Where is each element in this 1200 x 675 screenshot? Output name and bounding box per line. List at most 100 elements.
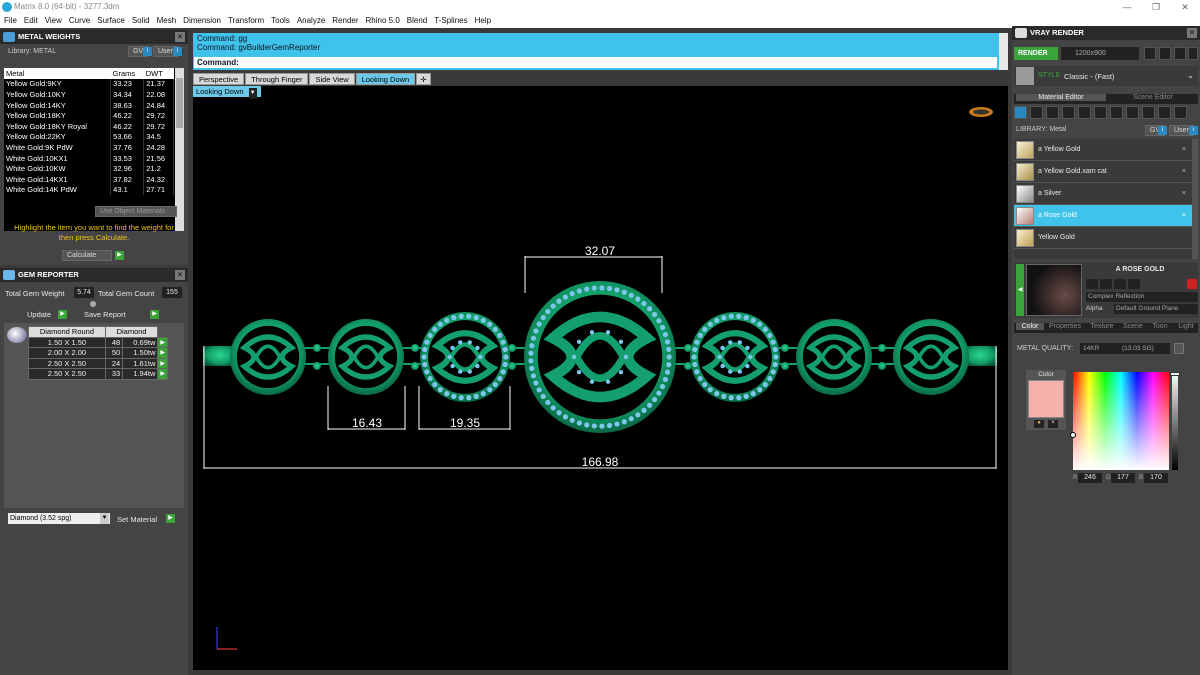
list-item[interactable]: a Yellow Gold.xam cat × xyxy=(1014,161,1198,183)
style-select[interactable]: STYLE Classic - (Fast) ⌄ xyxy=(1014,66,1198,86)
add-tab-icon[interactable]: ✛ xyxy=(416,73,431,85)
row-select-icon[interactable]: ▶ xyxy=(157,336,168,348)
chevron-down-icon[interactable]: ▼ xyxy=(100,513,109,524)
tab-material-editor[interactable]: Material Editor xyxy=(1016,94,1106,101)
table-row[interactable]: Yellow Gold:10KY 34.34 22.08 xyxy=(4,89,174,100)
glass-icon[interactable] xyxy=(1078,106,1091,119)
ground-plane-select[interactable]: Default Ground Plane xyxy=(1114,304,1198,314)
camera-icon[interactable] xyxy=(1174,47,1186,60)
reflection-select[interactable]: Complex Reflection xyxy=(1086,292,1198,302)
minimize-icon[interactable]: — xyxy=(1112,0,1142,14)
menu-blend[interactable]: Blend xyxy=(407,14,427,28)
navigation-cube-icon[interactable] xyxy=(969,107,993,117)
menu-help[interactable]: Help xyxy=(475,14,491,28)
close-icon[interactable]: ✕ xyxy=(1170,0,1200,14)
update-go-icon[interactable]: ▶ xyxy=(58,310,67,319)
remove-icon[interactable]: × xyxy=(1182,212,1186,219)
resolution-field[interactable]: 1200x900 xyxy=(1061,47,1139,60)
table-row[interactable]: Yellow Gold:22KY 53.66 34.5 xyxy=(4,131,174,143)
table-row[interactable]: 2.50 X 2.50 33 1.94tw ▶ xyxy=(28,368,168,380)
paint-icon[interactable] xyxy=(1158,106,1171,119)
menu-render[interactable]: Render xyxy=(332,14,358,28)
blue-value-input[interactable]: 170 xyxy=(1144,473,1168,483)
menu-edit[interactable]: Edit xyxy=(24,14,38,28)
list-item[interactable]: a Silver × xyxy=(1014,183,1198,205)
gem-material-select[interactable]: Diamond (3.52 spg) ▼ xyxy=(8,513,110,524)
tab-texture[interactable]: Texture xyxy=(1086,323,1118,330)
preview-option-icon[interactable] xyxy=(1114,279,1126,289)
table-row[interactable]: Yellow Gold:14KY 38.63 24.84 xyxy=(4,99,174,111)
material-list-scrollbar[interactable] xyxy=(1192,139,1198,259)
color-picker-handle[interactable] xyxy=(1070,432,1076,438)
preview-option-icon[interactable] xyxy=(1086,279,1098,289)
table-row[interactable]: 1.50 X 1.50 48 0.69tw ▶ xyxy=(28,336,168,348)
table-row[interactable]: 2.00 X 2.00 50 1.50tw ▶ xyxy=(28,347,168,359)
metal-quality-button[interactable] xyxy=(1174,343,1184,354)
calculate-go-icon[interactable]: ▶ xyxy=(115,251,124,260)
tab-color[interactable]: Color xyxy=(1016,323,1044,330)
shading-icon[interactable] xyxy=(1062,106,1075,119)
grid-icon[interactable] xyxy=(1126,106,1139,119)
tab-toon[interactable]: Toon xyxy=(1148,323,1172,330)
reset-icon[interactable] xyxy=(1187,279,1197,289)
table-row[interactable]: White Gold:10KX1 33.53 21.56 xyxy=(4,152,174,164)
lightbulb-icon[interactable] xyxy=(1174,106,1187,119)
row-select-icon[interactable]: ▶ xyxy=(157,347,168,359)
set-material-go-icon[interactable]: ▶ xyxy=(166,514,175,523)
table-row[interactable]: White Gold:14KX1 37.82 24.32 xyxy=(4,173,174,185)
row-select-icon[interactable]: ▶ xyxy=(157,357,168,369)
render-button[interactable]: RENDER xyxy=(1014,47,1058,60)
menu-tools[interactable]: Tools xyxy=(271,14,290,28)
menu-rhino[interactable]: Rhino 5.0 xyxy=(366,14,400,28)
tab-perspective[interactable]: Perspective xyxy=(193,73,245,85)
brightness-handle[interactable] xyxy=(1170,372,1180,376)
table-row[interactable]: White Gold:10KW 32.96 21.2 xyxy=(4,163,174,174)
color-swatch[interactable] xyxy=(1028,380,1064,418)
calculate-button[interactable]: Calculate xyxy=(62,250,112,261)
use-object-materials-select[interactable]: Use Object Materials xyxy=(95,206,177,217)
snapshot-icon[interactable] xyxy=(1159,47,1171,60)
tab-side-view[interactable]: Side View xyxy=(309,73,355,85)
update-button[interactable]: Update xyxy=(27,310,51,319)
settings-icon[interactable] xyxy=(1188,47,1198,60)
menu-curve[interactable]: Curve xyxy=(69,14,90,28)
pattern-icon[interactable] xyxy=(1110,106,1123,119)
vray-user-info-icon[interactable]: i xyxy=(1189,126,1198,135)
viewport[interactable]: Looking Down ▼ 32.07 16.43 19.35 166.98 xyxy=(193,86,1008,670)
table-row[interactable]: Yellow Gold:18KY 46.22 29.72 xyxy=(4,110,174,121)
maximize-icon[interactable]: ❐ xyxy=(1141,0,1171,14)
list-item[interactable]: Yellow Gold xyxy=(1014,227,1198,249)
menu-analyze[interactable]: Analyze xyxy=(297,14,325,28)
menu-solid[interactable]: Solid xyxy=(132,14,150,28)
close-icon[interactable]: × xyxy=(175,270,185,280)
metal-icon[interactable] xyxy=(1030,106,1043,119)
table-row[interactable]: White Gold:9K PdW 37.76 24.28 xyxy=(4,142,174,153)
table-row[interactable]: Yellow Gold:9KY 33.23 21.37 xyxy=(4,78,174,90)
remove-icon[interactable]: × xyxy=(1182,168,1186,175)
menu-file[interactable]: File xyxy=(4,14,17,28)
menu-surface[interactable]: Surface xyxy=(97,14,125,28)
pearl-icon[interactable] xyxy=(1142,106,1155,119)
preview-option-icon[interactable] xyxy=(1100,279,1112,289)
menu-view[interactable]: View xyxy=(45,14,62,28)
command-scrollbar[interactable] xyxy=(999,33,1008,70)
texture-icon[interactable] xyxy=(1094,106,1107,119)
preview-option-icon[interactable] xyxy=(1128,279,1140,289)
color-picker[interactable] xyxy=(1070,372,1169,470)
list-item-selected[interactable]: a Rose Gold × xyxy=(1014,205,1198,227)
save-report-button[interactable]: Save Report xyxy=(84,310,126,319)
tab-scene[interactable]: Scene xyxy=(1120,323,1146,330)
save-report-go-icon[interactable]: ▶ xyxy=(150,310,159,319)
close-icon[interactable]: × xyxy=(1187,28,1197,38)
table-row[interactable]: 2.50 X 2.50 24 1.61tw ▶ xyxy=(28,357,168,369)
command-input[interactable]: Command: xyxy=(193,56,998,69)
menu-transform[interactable]: Transform xyxy=(228,14,264,28)
menu-tsplines[interactable]: T-Splines xyxy=(434,14,467,28)
preview-collapse-icon[interactable]: ◀ xyxy=(1016,264,1024,316)
remove-icon[interactable]: × xyxy=(1182,146,1186,153)
rewind-icon[interactable] xyxy=(1144,47,1156,60)
clear-color-icon[interactable]: × xyxy=(1048,420,1058,428)
menu-dimension[interactable]: Dimension xyxy=(183,14,221,28)
tab-light[interactable]: Light xyxy=(1174,323,1198,330)
menu-mesh[interactable]: Mesh xyxy=(157,14,177,28)
